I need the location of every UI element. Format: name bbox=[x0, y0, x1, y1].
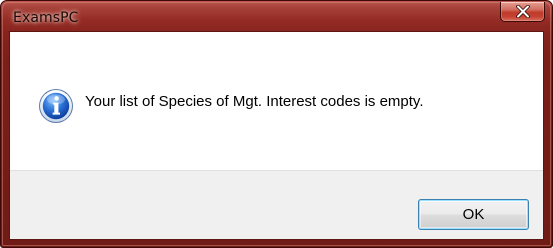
dialog-client-area: Your list of Species of Mgt. Interest co… bbox=[9, 31, 544, 240]
dialog-message: Your list of Species of Mgt. Interest co… bbox=[85, 93, 424, 110]
close-button[interactable] bbox=[500, 2, 545, 22]
close-icon bbox=[516, 5, 530, 18]
information-icon bbox=[39, 89, 73, 123]
button-bar: OK bbox=[10, 170, 543, 239]
dialog-window: ExamsPC Your list of Species of Mgt. Int… bbox=[0, 0, 553, 248]
message-area: Your list of Species of Mgt. Interest co… bbox=[10, 32, 543, 170]
ok-button[interactable]: OK bbox=[418, 199, 529, 230]
window-title: ExamsPC bbox=[13, 10, 79, 26]
